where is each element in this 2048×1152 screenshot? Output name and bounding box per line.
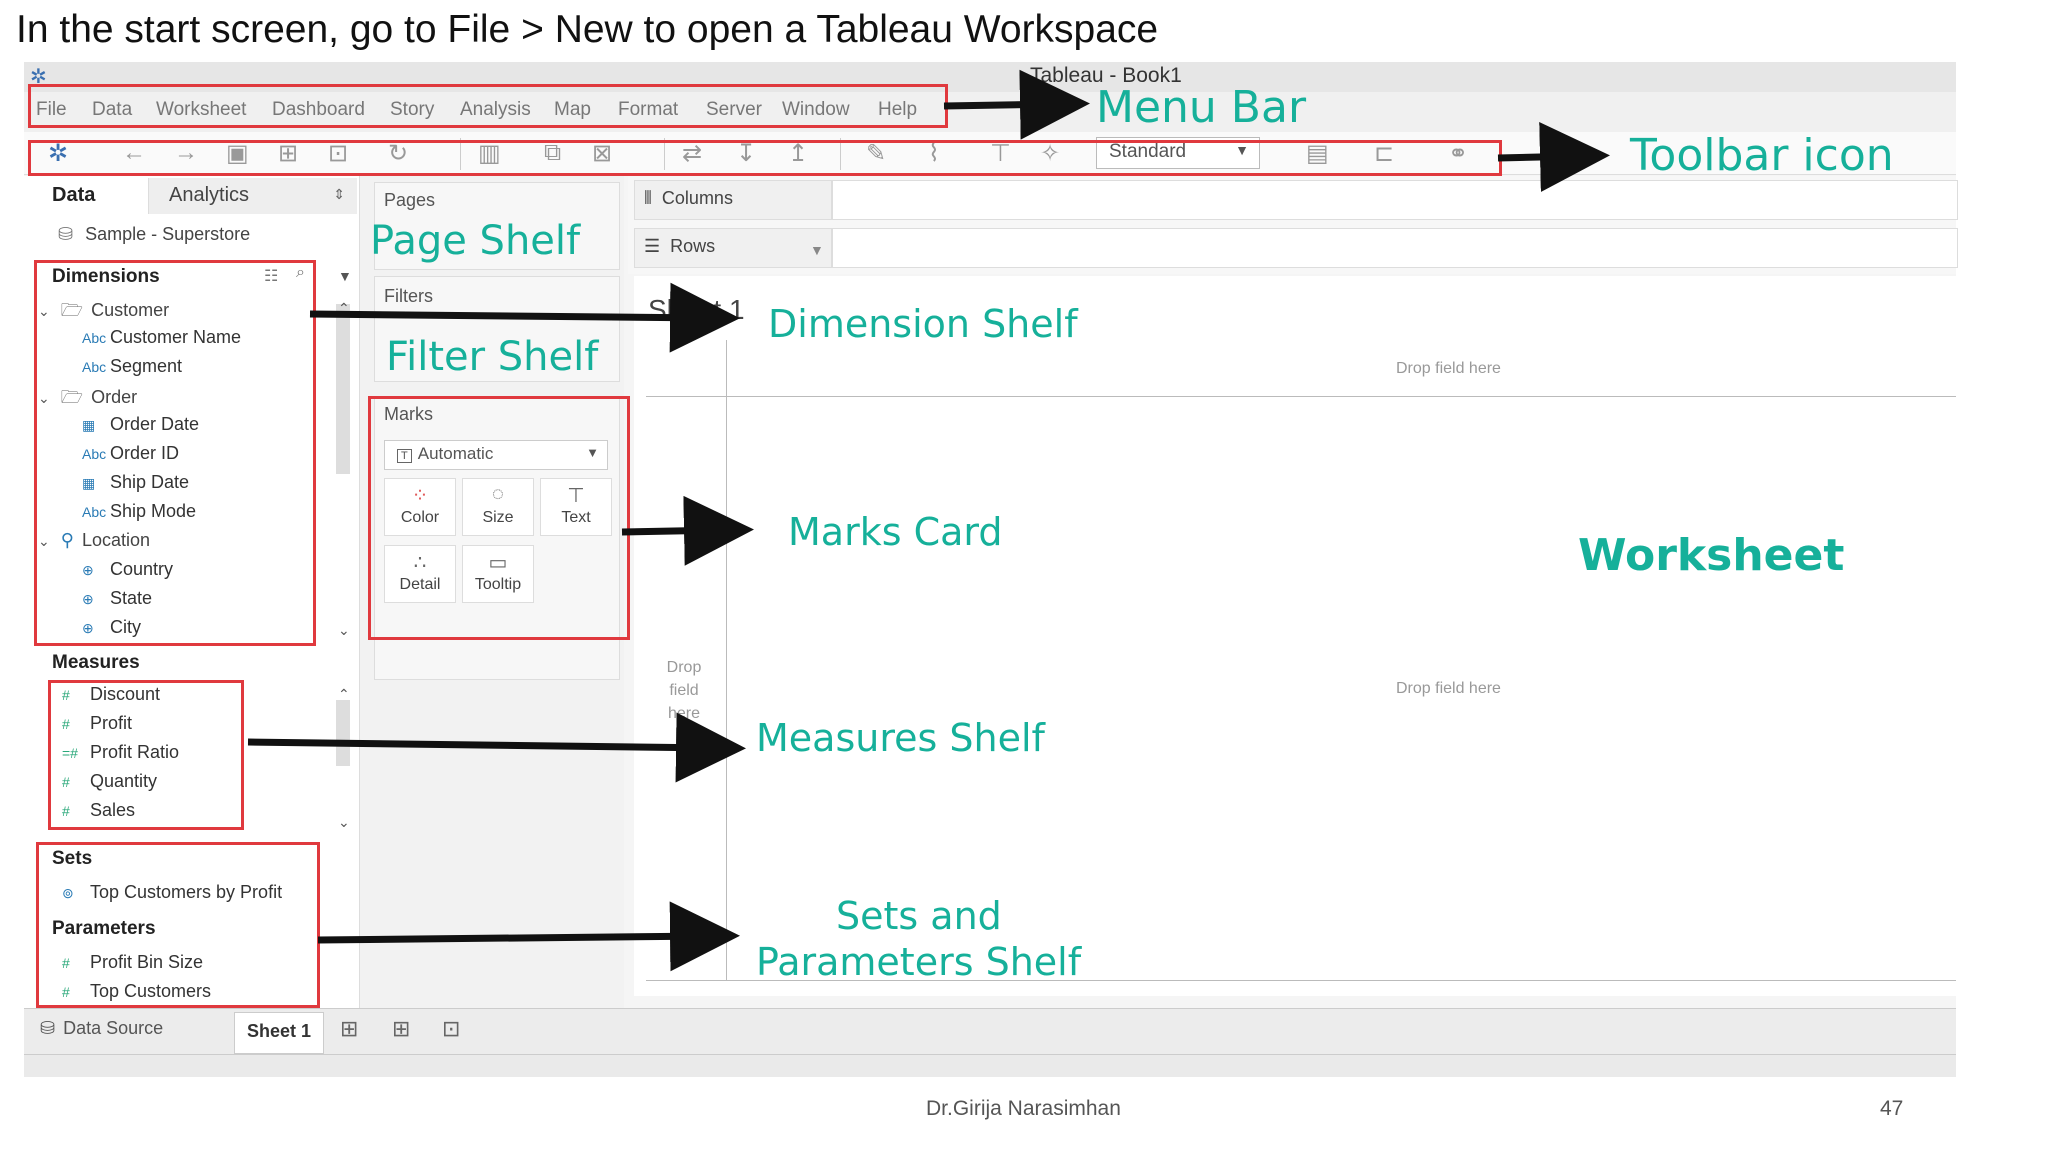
annotation-marks-card: Marks Card bbox=[788, 510, 1003, 554]
annotation-filter-shelf: Filter Shelf bbox=[386, 334, 599, 380]
arrow-measures-shelf bbox=[247, 712, 746, 783]
annotation-menu-bar: Menu Bar bbox=[1096, 82, 1307, 133]
arrow-marks-card bbox=[621, 495, 754, 566]
annotation-worksheet: Worksheet bbox=[1578, 530, 1845, 581]
footer-author: Dr.Girija Narasimhan bbox=[926, 1097, 1121, 1120]
annotation-dimension-shelf: Dimension Shelf bbox=[768, 302, 1078, 346]
arrow-toolbar bbox=[1497, 122, 1610, 192]
page-number: 47 bbox=[1880, 1097, 1904, 1120]
annotation-page-shelf: Page Shelf bbox=[370, 218, 581, 264]
annotation-parameters-shelf: Parameters Shelf bbox=[756, 940, 1082, 984]
annotation-toolbar-icon: Toolbar icon bbox=[1630, 130, 1894, 181]
annotation-measures-shelf: Measures Shelf bbox=[756, 716, 1045, 760]
arrow-dimension-shelf bbox=[309, 282, 740, 353]
arrow-sets-parameters bbox=[317, 901, 740, 972]
arrow-menu-bar bbox=[943, 69, 1090, 140]
annotation-sets-and: Sets and bbox=[836, 894, 1002, 938]
